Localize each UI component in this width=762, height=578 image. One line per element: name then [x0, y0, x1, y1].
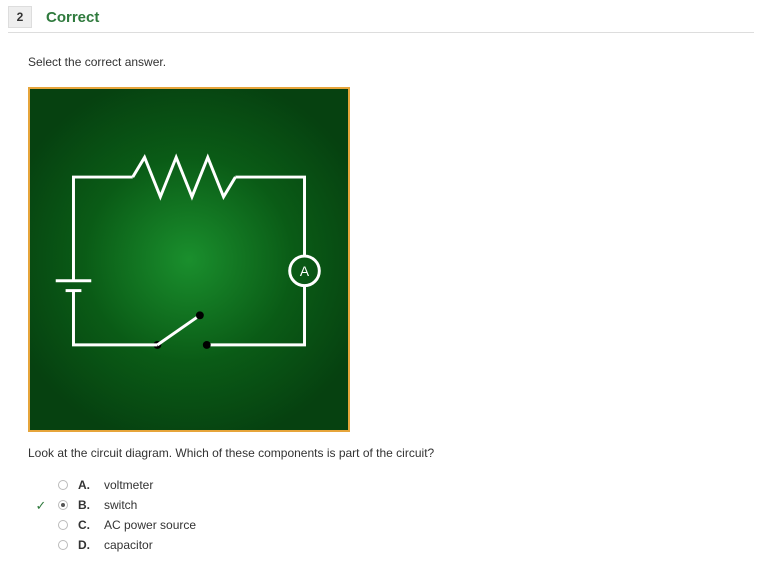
radio-icon: [58, 520, 68, 530]
question-number-badge: 2: [8, 6, 32, 28]
answer-list: A. voltmeter ✓ B. switch C. AC power sou…: [28, 478, 734, 552]
ammeter-label: A: [300, 263, 310, 279]
question-content: Select the correct answer. A: [0, 33, 762, 578]
answer-letter: B.: [78, 498, 94, 512]
radio-icon: [58, 480, 68, 490]
answer-text: switch: [104, 498, 137, 512]
answer-letter: D.: [78, 538, 94, 552]
answer-letter: A.: [78, 478, 94, 492]
circuit-diagram: A: [28, 87, 350, 432]
answer-option-d[interactable]: D. capacitor: [34, 538, 734, 552]
question-header: 2 Correct: [8, 6, 754, 33]
circuit-svg: A: [34, 93, 344, 426]
answer-option-a[interactable]: A. voltmeter: [34, 478, 734, 492]
question-text: Look at the circuit diagram. Which of th…: [28, 446, 734, 460]
instruction-text: Select the correct answer.: [28, 55, 734, 69]
answer-letter: C.: [78, 518, 94, 532]
answer-option-c[interactable]: C. AC power source: [34, 518, 734, 532]
answer-text: voltmeter: [104, 478, 153, 492]
radio-icon: [58, 500, 68, 510]
radio-icon: [58, 540, 68, 550]
status-label: Correct: [46, 9, 99, 26]
answer-text: AC power source: [104, 518, 196, 532]
answer-option-b[interactable]: ✓ B. switch: [34, 498, 734, 512]
checkmark-icon: ✓: [36, 499, 47, 512]
correct-mark-slot: ✓: [34, 499, 48, 512]
answer-text: capacitor: [104, 538, 153, 552]
question-number: 2: [17, 10, 24, 24]
